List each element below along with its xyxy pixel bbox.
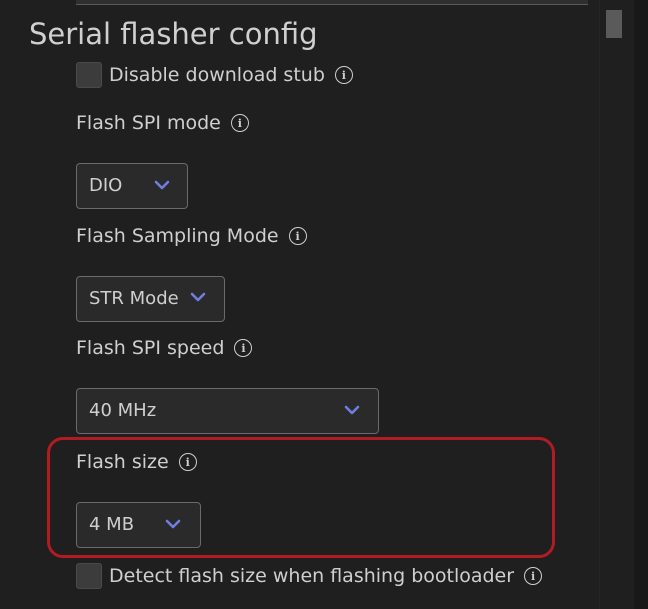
flash-spi-mode-select[interactable]: DIO xyxy=(76,163,188,209)
disable-download-stub-row: Disable download stub i xyxy=(76,61,353,89)
flash-spi-mode-label-row: Flash SPI mode i xyxy=(76,109,249,137)
settings-page: Serial flasher config Disable download s… xyxy=(0,0,648,609)
flash-size-label-row: Flash size i xyxy=(76,448,197,476)
info-icon[interactable]: i xyxy=(234,339,253,357)
info-icon[interactable]: i xyxy=(288,227,307,245)
flash-spi-mode-label: Flash SPI mode xyxy=(76,112,221,134)
detect-flash-size-row: Detect flash size when flashing bootload… xyxy=(76,562,543,590)
flash-spi-speed-label-row: Flash SPI speed i xyxy=(76,334,253,362)
flash-spi-mode-value: DIO xyxy=(89,175,123,196)
info-icon[interactable]: i xyxy=(524,567,543,585)
flash-sampling-mode-label: Flash Sampling Mode xyxy=(76,225,279,247)
flash-sampling-mode-label-row: Flash Sampling Mode i xyxy=(76,222,307,250)
scrollbar-track[interactable] xyxy=(599,0,635,609)
chevron-down-icon xyxy=(154,180,170,190)
chevron-down-icon xyxy=(190,292,206,302)
flash-sampling-mode-select[interactable]: STR Mode xyxy=(76,276,225,322)
detect-flash-size-label: Detect flash size when flashing bootload… xyxy=(109,565,515,587)
flash-spi-speed-label: Flash SPI speed xyxy=(76,337,225,359)
flash-spi-speed-select[interactable]: 40 MHz xyxy=(76,388,379,434)
info-icon[interactable]: i xyxy=(230,114,249,132)
flash-size-select[interactable]: 4 MB xyxy=(76,502,201,548)
previous-input-field-edge[interactable] xyxy=(76,0,588,5)
scrollbar-thumb[interactable] xyxy=(606,10,622,38)
info-icon[interactable]: i xyxy=(334,66,353,84)
section-title: Serial flasher config xyxy=(29,17,318,51)
disable-download-stub-checkbox[interactable] xyxy=(76,62,102,88)
flash-size-value: 4 MB xyxy=(89,514,135,535)
flash-size-label: Flash size xyxy=(76,451,169,473)
flash-spi-speed-value: 40 MHz xyxy=(89,400,157,421)
flash-sampling-mode-value: STR Mode xyxy=(89,288,179,309)
chevron-down-icon xyxy=(344,405,360,415)
window-edge xyxy=(634,0,648,609)
detect-flash-size-checkbox[interactable] xyxy=(76,563,102,589)
chevron-down-icon xyxy=(165,519,181,529)
info-icon[interactable]: i xyxy=(178,453,197,471)
disable-download-stub-label: Disable download stub xyxy=(109,64,325,86)
